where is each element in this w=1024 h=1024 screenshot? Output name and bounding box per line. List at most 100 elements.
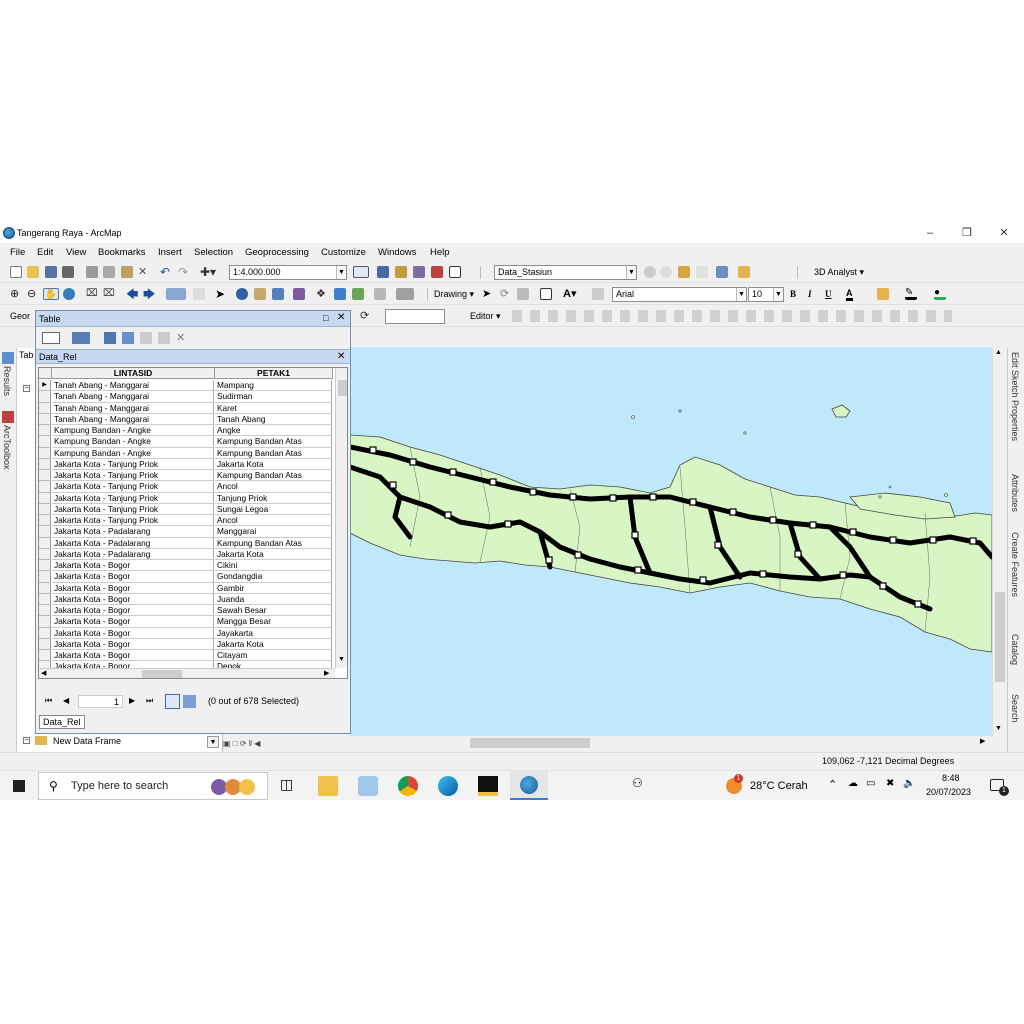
scroll-right-icon[interactable]: ▶ [980, 737, 985, 745]
forward-extent-icon[interactable]: 🡆 [143, 288, 155, 300]
table-row[interactable]: Jakarta Kota - Tanjung Priok Tanjung Prio… [39, 492, 332, 504]
cell-lintasid[interactable]: Jakarta Kota - Tanjung Priok [52, 492, 214, 504]
edit-sketch-properties-tab[interactable]: Edit Sketch Properties [1010, 352, 1020, 441]
table-row[interactable]: Jakarta Kota - Tanjung Priok Jakarta Kota [39, 458, 332, 470]
map-view[interactable] [350, 347, 992, 736]
results-tab[interactable]: Results [2, 366, 12, 396]
grid-vertical-scrollbar[interactable]: ▼ [335, 368, 347, 668]
menu-file[interactable]: File [10, 247, 25, 258]
zoom-to-selected-icon[interactable] [517, 288, 529, 300]
table-row[interactable]: Kampung Bandan - Angke Kampung Bandan Ata… [39, 436, 332, 448]
cell-petak1[interactable]: Sudirman [215, 391, 332, 403]
find-route-icon[interactable] [334, 288, 346, 300]
effects-icon[interactable] [738, 266, 750, 278]
marker-color-icon[interactable]: ● [934, 288, 946, 300]
row-selector[interactable] [39, 481, 51, 493]
restore-button[interactable]: ❐ [955, 226, 979, 241]
cell-lintasid[interactable]: Jakarta Kota - Bogor [52, 627, 214, 639]
row-selector[interactable] [39, 650, 51, 662]
fixed-zoom-in-icon[interactable]: ⌧ [86, 288, 98, 300]
table-row[interactable]: Kampung Bandan - Angke Angke [39, 425, 332, 437]
attributes-tab[interactable]: Attributes [1010, 474, 1020, 512]
record-number-input[interactable]: 1 [78, 695, 123, 708]
row-selector[interactable] [39, 447, 51, 459]
expand-collapse-icon[interactable]: − [23, 385, 30, 392]
map-scale-combo[interactable]: 1:4.000.000 ▼ [229, 265, 347, 280]
row-selector[interactable] [39, 503, 51, 515]
table-row[interactable]: Jakarta Kota - Bogor Sawah Besar [39, 605, 332, 617]
font-color-button[interactable]: A [846, 289, 853, 301]
menu-selection[interactable]: Selection [194, 247, 233, 258]
cell-petak1[interactable]: Kampung Bandan Atas [215, 470, 332, 482]
rotate-icon[interactable]: ⟳ [500, 288, 512, 300]
add-data-icon[interactable]: ✚▾ [200, 266, 220, 278]
clear-selection-icon[interactable] [140, 332, 152, 344]
menu-geoprocessing[interactable]: Geoprocessing [245, 247, 309, 258]
search-tab[interactable]: Search [1010, 694, 1020, 723]
table-window-caption[interactable]: Table □ ✕ [36, 311, 350, 327]
cell-lintasid[interactable]: Tanah Abang - Manggarai [52, 391, 214, 403]
python-window-icon[interactable] [449, 266, 461, 278]
row-selector[interactable] [39, 458, 51, 470]
back-extent-icon[interactable]: 🡄 [126, 288, 138, 300]
scroll-left-icon[interactable]: ◀ [41, 669, 46, 677]
find-icon[interactable]: ❖ [316, 288, 328, 300]
cell-petak1[interactable]: Kampung Bandan Atas [215, 447, 332, 459]
battery-icon[interactable]: ▭ [866, 778, 875, 789]
redo-icon[interactable]: ↷ [178, 266, 190, 278]
scroll-thumb[interactable] [995, 592, 1005, 682]
brightness-icon[interactable] [660, 266, 672, 278]
cell-lintasid[interactable]: Jakarta Kota - Bogor [52, 582, 214, 594]
layer-properties-icon[interactable] [716, 266, 728, 278]
table-row[interactable]: Jakarta Kota - Tanjung Priok Kampung Band… [39, 470, 332, 482]
select-elements-icon[interactable]: ➤ [215, 288, 227, 300]
cell-petak1[interactable]: Sawah Besar [215, 605, 332, 617]
cut-icon[interactable] [86, 266, 98, 278]
cell-petak1[interactable]: Mangga Besar [215, 616, 332, 628]
cell-lintasid[interactable]: Jakarta Kota - Bogor [52, 593, 214, 605]
show-all-records-icon[interactable] [165, 694, 180, 709]
row-selector[interactable] [39, 526, 51, 538]
row-selector[interactable] [39, 436, 51, 448]
table-row[interactable]: Jakarta Kota - Padalarang Jakarta Kota [39, 548, 332, 560]
measure-icon[interactable] [293, 288, 305, 300]
table-options-icon[interactable] [42, 332, 60, 344]
wifi-icon[interactable]: ✖ [886, 778, 894, 789]
html-popup-icon[interactable] [272, 288, 284, 300]
georeferencing-label[interactable]: Geor [10, 311, 30, 321]
paint-icon[interactable] [358, 776, 378, 796]
related-tables-icon[interactable] [72, 332, 90, 344]
cell-petak1[interactable]: Karet [215, 402, 332, 414]
cell-lintasid[interactable]: Jakarta Kota - Bogor [52, 638, 214, 650]
editor-tools-strip[interactable] [512, 310, 952, 322]
taskbar-search-box[interactable]: ⚲ Type here to search [38, 772, 268, 800]
cell-petak1[interactable]: Ancol [215, 515, 332, 527]
table-row[interactable]: Jakarta Kota - Bogor Citayam [39, 650, 332, 662]
layer-combo[interactable]: Data_Stasiun ▼ [494, 265, 637, 280]
chrome-icon[interactable] [398, 776, 418, 796]
close-icon[interactable]: ✕ [337, 351, 345, 362]
full-extent-icon[interactable] [63, 288, 75, 300]
editor-toolbar-icon[interactable] [353, 266, 369, 278]
row-selector[interactable] [39, 571, 51, 583]
table-row[interactable]: Jakarta Kota - Bogor Mangga Besar [39, 616, 332, 628]
cell-lintasid[interactable]: Jakarta Kota - Tanjung Priok [52, 503, 214, 515]
scroll-thumb[interactable] [470, 738, 590, 748]
table-row[interactable]: Jakarta Kota - Bogor Jayakarta [39, 627, 332, 639]
results-icon[interactable] [2, 352, 14, 364]
sticky-app-icon[interactable] [478, 776, 498, 796]
data-frame-label[interactable]: New Data Frame [53, 736, 121, 746]
cell-petak1[interactable]: Juanda [215, 593, 332, 605]
row-selector[interactable] [39, 616, 51, 628]
switch-selection-icon[interactable] [122, 332, 134, 344]
cell-petak1[interactable]: Jakarta Kota [215, 548, 332, 560]
onedrive-icon[interactable]: ☁ [848, 778, 858, 789]
cell-lintasid[interactable]: Jakarta Kota - Bogor [52, 616, 214, 628]
fill-color-icon[interactable] [877, 288, 889, 300]
clear-selection-icon[interactable] [193, 288, 205, 300]
cell-petak1[interactable]: Kampung Bandan Atas [215, 436, 332, 448]
underline-button[interactable]: U [825, 289, 832, 299]
cell-lintasid[interactable]: Jakarta Kota - Bogor [52, 650, 214, 662]
scroll-up-icon[interactable]: ▲ [995, 349, 1002, 356]
menu-insert[interactable]: Insert [158, 247, 182, 258]
